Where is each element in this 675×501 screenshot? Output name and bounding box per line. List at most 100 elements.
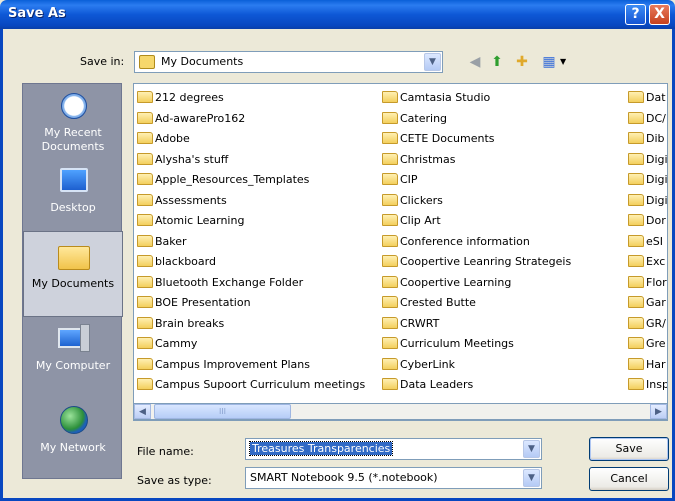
- folder-item[interactable]: Adobe: [137, 129, 365, 150]
- folder-icon: [628, 173, 644, 185]
- folder-item[interactable]: Dib: [628, 129, 667, 150]
- folder-item[interactable]: Digi: [628, 191, 667, 212]
- folder-icon: [137, 234, 153, 247]
- scroll-right-icon[interactable]: ▶: [650, 404, 667, 419]
- views-dropdown-arrow-icon[interactable]: ▼: [560, 57, 566, 66]
- folder-item[interactable]: Brain breaks: [137, 314, 365, 335]
- folder-name: blackboard: [155, 255, 216, 268]
- folder-name: Crested Butte: [400, 296, 476, 309]
- folder-item[interactable]: Assessments: [137, 191, 365, 212]
- folder-item[interactable]: Alysha's stuff: [137, 150, 365, 171]
- folder-item[interactable]: Coopertive Leanring Strategeis: [382, 252, 571, 273]
- place-my-computer[interactable]: My Computer: [23, 322, 123, 373]
- folder-item[interactable]: blackboard: [137, 252, 365, 273]
- place-my-recent-documents[interactable]: My Recent Documents: [23, 89, 123, 154]
- up-folder-icon[interactable]: ⬆: [488, 53, 506, 71]
- back-icon[interactable]: ◀: [466, 53, 484, 71]
- new-folder-icon[interactable]: ✚: [513, 53, 531, 71]
- folder-item[interactable]: Baker: [137, 232, 365, 253]
- place-label: My Documents: [31, 277, 115, 290]
- folder-item[interactable]: Dor: [628, 211, 667, 232]
- my-documents-icon: [54, 240, 92, 274]
- chevron-down-icon[interactable]: ▼: [424, 53, 441, 71]
- folder-item[interactable]: Flor: [628, 273, 667, 294]
- folder-name: Clickers: [400, 193, 443, 207]
- horizontal-scrollbar[interactable]: ◀ III ▶: [133, 403, 668, 420]
- folder-name: Alysha's stuff: [155, 152, 229, 166]
- folder-item[interactable]: Apple_Resources_Templates: [137, 170, 365, 191]
- place-my-documents[interactable]: My Documents: [23, 231, 123, 317]
- folder-item[interactable]: Curriculum Meetings: [382, 334, 571, 355]
- folder-item[interactable]: Cammy: [137, 334, 365, 355]
- file-name-field[interactable]: Treasures Transparencies ▼: [245, 438, 542, 460]
- folder-item[interactable]: 212 degrees: [137, 88, 365, 109]
- save-as-type-dropdown[interactable]: SMART Notebook 9.5 (*.notebook) ▼: [245, 467, 542, 489]
- scroll-left-icon[interactable]: ◀: [134, 404, 151, 419]
- folder-name: Dor: [646, 214, 666, 227]
- folder-name: Flor: [646, 275, 667, 289]
- save-button[interactable]: Save: [589, 437, 669, 461]
- cancel-button[interactable]: Cancel: [589, 467, 669, 491]
- scrollbar-thumb[interactable]: III: [154, 404, 291, 419]
- place-desktop[interactable]: Desktop: [23, 164, 123, 215]
- views-menu-icon[interactable]: ▦: [538, 53, 560, 71]
- close-button[interactable]: X: [649, 4, 670, 25]
- chevron-down-icon[interactable]: ▼: [523, 440, 540, 458]
- folder-item[interactable]: Gar: [628, 293, 667, 314]
- folder-icon: [382, 357, 398, 370]
- folder-item[interactable]: Clip Art: [382, 211, 571, 232]
- folder-icon: [382, 234, 398, 247]
- folder-item[interactable]: Conference information: [382, 232, 571, 253]
- folder-item[interactable]: Campus Improvement Plans: [137, 355, 365, 376]
- folder-item[interactable]: BOE Presentation: [137, 293, 365, 314]
- folder-item[interactable]: Digi: [628, 170, 667, 191]
- folder-item[interactable]: Dat: [628, 88, 667, 109]
- folder-item[interactable]: Atomic Learning: [137, 211, 365, 232]
- folder-item[interactable]: Christmas: [382, 150, 571, 171]
- folder-item[interactable]: Bluetooth Exchange Folder: [137, 273, 365, 294]
- folder-name: CyberLink: [400, 357, 455, 371]
- help-button[interactable]: ?: [625, 4, 646, 25]
- folder-item[interactable]: Digi: [628, 150, 668, 171]
- folder-item[interactable]: Insp: [628, 375, 667, 396]
- folder-item[interactable]: Ad-awarePro162: [137, 109, 365, 130]
- folder-item[interactable]: eSI: [628, 232, 667, 253]
- folder-item[interactable]: Coopertive Learning: [382, 273, 571, 294]
- folder-item[interactable]: Crested Butte: [382, 293, 571, 314]
- folder-icon: [628, 255, 644, 267]
- title-bar[interactable]: Save As ? X: [0, 0, 675, 29]
- folder-icon: [137, 173, 153, 185]
- folder-name: Clip Art: [400, 214, 441, 227]
- folder-icon: [382, 193, 398, 206]
- folder-item[interactable]: Har: [628, 355, 667, 376]
- folder-name: CETE Documents: [400, 132, 495, 145]
- folder-item[interactable]: CRWRT: [382, 314, 571, 335]
- folder-name: Exc: [646, 255, 666, 268]
- folder-name: Assessments: [155, 193, 227, 207]
- folder-item[interactable]: Catering: [382, 109, 571, 130]
- folder-name: Digi: [646, 152, 668, 166]
- folder-item[interactable]: Gre: [628, 334, 667, 355]
- chevron-down-icon[interactable]: ▼: [523, 469, 540, 487]
- place-my-network[interactable]: My Network: [23, 404, 123, 455]
- window-title: Save As: [8, 6, 66, 21]
- folder-item[interactable]: CIP: [382, 170, 571, 191]
- file-name-value[interactable]: Treasures Transparencies: [248, 441, 394, 456]
- folder-item[interactable]: Data Leaders: [382, 375, 571, 396]
- folder-item[interactable]: CETE Documents: [382, 129, 571, 150]
- folder-item[interactable]: GR/: [628, 314, 667, 335]
- folder-item[interactable]: Exc: [628, 252, 667, 273]
- folder-name: Ad-awarePro162: [155, 111, 246, 125]
- place-label: My Network: [40, 441, 106, 454]
- save-in-dropdown[interactable]: My Documents ▼: [134, 51, 443, 73]
- folder-item[interactable]: Clickers: [382, 191, 571, 212]
- file-list[interactable]: 212 degrees Ad-awarePro162 Adobe Alysha's s…: [133, 83, 668, 421]
- folder-item[interactable]: CyberLink: [382, 355, 571, 376]
- places-bar: My Recent Documents Desktop My Documents…: [22, 83, 123, 479]
- folder-item[interactable]: DC/: [628, 109, 667, 130]
- folder-name: Atomic Learning: [155, 214, 245, 227]
- folder-item[interactable]: Campus Supoort Curriculum meetings: [137, 375, 365, 396]
- folder-item[interactable]: Camtasia Studio: [382, 88, 571, 109]
- folder-name: Adobe: [155, 132, 190, 145]
- folder-icon: [137, 275, 153, 288]
